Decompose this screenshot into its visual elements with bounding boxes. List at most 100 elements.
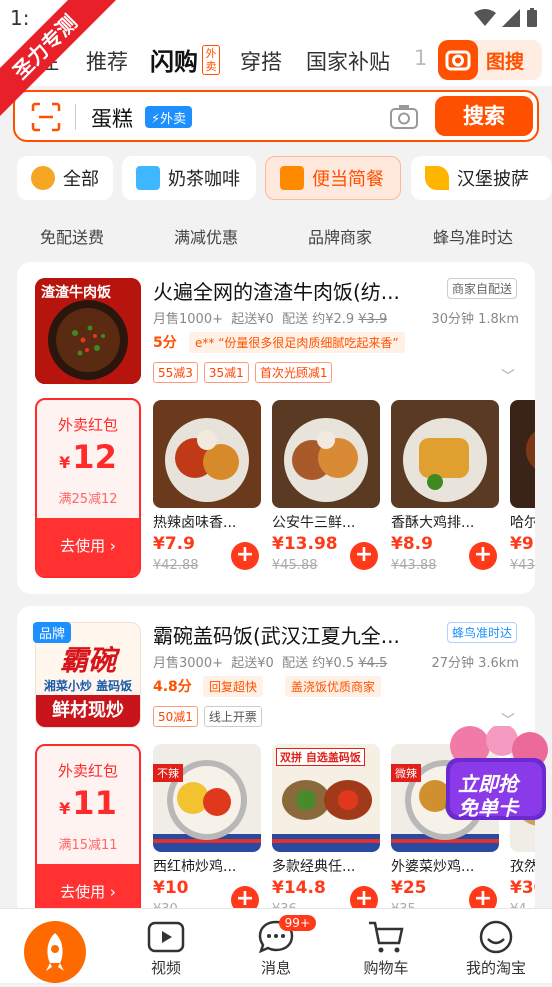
category-milk-tea[interactable]: 奶茶咖啡 — [122, 156, 256, 200]
review-tag: 盖浇饭优质商家 — [285, 676, 382, 697]
chevron-down-icon[interactable]: ﹀ — [501, 366, 515, 386]
delivery-fee-original: ¥3.9 — [358, 312, 388, 327]
category-burger-pizza[interactable]: 汉堡披萨 — [411, 156, 552, 200]
product-price: ¥10 — [153, 878, 189, 898]
pizza-icon — [425, 166, 449, 190]
invoice-chip: 线上开票 — [203, 706, 262, 727]
store-name[interactable]: 霸碗盖码饭(武汉江夏九全... — [153, 620, 433, 649]
nav-messages[interactable]: 消息 99+ — [236, 915, 316, 978]
red-packet-condition: 满15减11 — [58, 838, 118, 853]
home-button[interactable] — [24, 921, 86, 983]
free-order-card-promo[interactable]: 立即抢 免单卡 — [440, 724, 552, 826]
store-name[interactable]: 火遍全网的渣渣牛肉饭(纺... — [153, 276, 433, 305]
filter-row: 免配送费 满减优惠 品牌商家 蜂鸟准时达 — [0, 214, 552, 256]
search-input[interactable]: 蛋糕 — [91, 103, 133, 133]
tab-flash-buy-label: 闪购 — [150, 48, 198, 76]
product-image-tag: 微辣 — [391, 764, 421, 782]
product-original-price: ¥43.88 — [391, 558, 437, 573]
add-to-cart-button[interactable]: + — [231, 542, 259, 570]
search-bar[interactable]: 蛋糕 ⚡外卖 搜索 — [13, 90, 539, 142]
store-thumbnail[interactable]: 渣渣牛肉饭 — [35, 278, 141, 384]
tab-recommend[interactable]: 推荐 — [86, 46, 128, 76]
rocket-icon — [46, 933, 64, 971]
product-image[interactable] — [153, 400, 261, 508]
status-time: 1: — [10, 6, 30, 30]
plus-icon: + — [354, 542, 374, 567]
product-image[interactable]: 不辣 — [153, 744, 261, 852]
product-image[interactable] — [272, 400, 380, 508]
red-packet-amount: ¥12 — [37, 438, 139, 476]
add-to-cart-button[interactable]: + — [469, 542, 497, 570]
product-image[interactable] — [510, 400, 535, 508]
thumb-title: 霸碗 — [59, 644, 116, 677]
review-snippet: e** “份量很多很足肉质细腻吃起来香” — [189, 332, 405, 353]
nav-label: 我的淘宝 — [465, 959, 526, 977]
product-image-tag: 不辣 — [153, 764, 183, 782]
scan-icon[interactable] — [31, 102, 61, 132]
video-icon — [147, 921, 185, 953]
store-card[interactable]: 渣渣牛肉饭 火遍全网的渣渣牛肉饭(纺... 商家自配送 月售1000+ 起送¥0… — [17, 262, 535, 594]
store-meta: 月售3000+ 起送¥0 配送 约¥0.5 ¥4.5 27分钟 3.6km — [153, 652, 523, 671]
product-image[interactable] — [391, 400, 499, 508]
red-packet[interactable]: 外卖红包 ¥12 满25减12 去使用 › — [35, 398, 141, 578]
search-divider — [75, 104, 76, 130]
filter-discount[interactable]: 满减优惠 — [174, 224, 238, 248]
product-item[interactable]: 香酥大鸡排... ¥8.9 ¥43.88 + — [391, 400, 501, 580]
store-rating: 5分 — [153, 335, 177, 351]
filter-free-delivery[interactable]: 免配送费 — [40, 224, 104, 248]
image-search-button[interactable]: 图搜 — [438, 40, 542, 80]
product-name: 香酥大鸡排... — [391, 515, 475, 531]
product-item[interactable]: 不辣 西红柿炒鸡... ¥10 ¥30 + — [153, 744, 263, 916]
delivery-fee-original: ¥4.5 — [358, 656, 388, 671]
use-now-button[interactable]: 去使用 › — [37, 518, 139, 576]
profile-face-icon — [479, 920, 513, 954]
nav-cart[interactable]: 购物车 — [346, 919, 426, 978]
product-item[interactable]: 双拼 自选盖码饭 多款经典任... ¥14.8 ¥36 + — [272, 744, 382, 916]
delivery-time: 27分钟 — [431, 656, 474, 671]
takeout-tag: 外卖 — [202, 45, 220, 75]
category-label: 全部 — [63, 169, 99, 190]
discount-chip: 35减1 — [203, 362, 249, 383]
monthly-sales: 月售3000+ — [153, 656, 223, 671]
thumb-caption: 渣渣牛肉饭 — [41, 285, 111, 301]
delivery-time: 30分钟 — [431, 312, 474, 327]
camera-search-icon[interactable] — [389, 103, 419, 131]
discount-chip: 55减3 — [153, 362, 198, 383]
bowl-icon — [31, 166, 55, 190]
nav-video[interactable]: 视频 — [126, 919, 206, 978]
wifi-icon — [474, 9, 496, 26]
min-order: 起送¥0 — [231, 312, 274, 327]
category-row: 全部 奶茶咖啡 便当简餐 汉堡披萨 — [17, 156, 552, 202]
red-packet-amount: ¥11 — [37, 784, 139, 822]
search-button[interactable]: 搜索 — [435, 96, 533, 136]
tab-more[interactable]: 1 — [414, 46, 427, 70]
product-original-price: ¥43 — [510, 558, 535, 573]
promo-line2: 免单卡 — [458, 796, 518, 820]
product-price: ¥13.98 — [272, 534, 338, 554]
nav-label: 消息 — [260, 959, 291, 977]
image-search-label: 图搜 — [486, 51, 525, 73]
camera-icon — [438, 40, 478, 80]
delivery-tag: 商家自配送 — [446, 278, 517, 299]
product-name: 热辣卤味香... — [153, 515, 237, 531]
product-item[interactable]: 哈尔 ¥9. ¥43 — [510, 400, 535, 580]
tab-flash-buy[interactable]: 闪购 外卖 — [150, 42, 220, 77]
product-item[interactable]: 热辣卤味香... ¥7.9 ¥42.88 + — [153, 400, 263, 580]
product-image[interactable]: 双拼 自选盖码饭 — [272, 744, 380, 852]
tab-national-subsidy[interactable]: 国家补贴 — [306, 46, 390, 76]
filter-brand[interactable]: 品牌商家 — [308, 224, 372, 248]
nav-label: 购物车 — [363, 959, 409, 977]
product-item[interactable]: 公安牛三鲜... ¥13.98 ¥45.88 + — [272, 400, 382, 580]
red-packet[interactable]: 外卖红包 ¥11 满15减11 去使用 › — [35, 744, 141, 916]
currency-symbol: ¥ — [59, 799, 71, 818]
product-price: ¥8.9 — [391, 534, 433, 554]
discount-chips: 55减3 35减1 首次光顾减1 — [153, 362, 333, 383]
category-bento[interactable]: 便当简餐 — [265, 156, 401, 200]
tab-outfit[interactable]: 穿搭 — [240, 46, 282, 76]
takeout-badge: ⚡外卖 — [145, 106, 193, 128]
nav-my-taobao[interactable]: 我的淘宝 — [456, 919, 536, 978]
add-to-cart-button[interactable]: + — [350, 542, 378, 570]
filter-on-time[interactable]: 蜂鸟准时达 — [433, 224, 513, 248]
category-all[interactable]: 全部 — [17, 156, 113, 200]
category-label: 便当简餐 — [312, 169, 384, 190]
